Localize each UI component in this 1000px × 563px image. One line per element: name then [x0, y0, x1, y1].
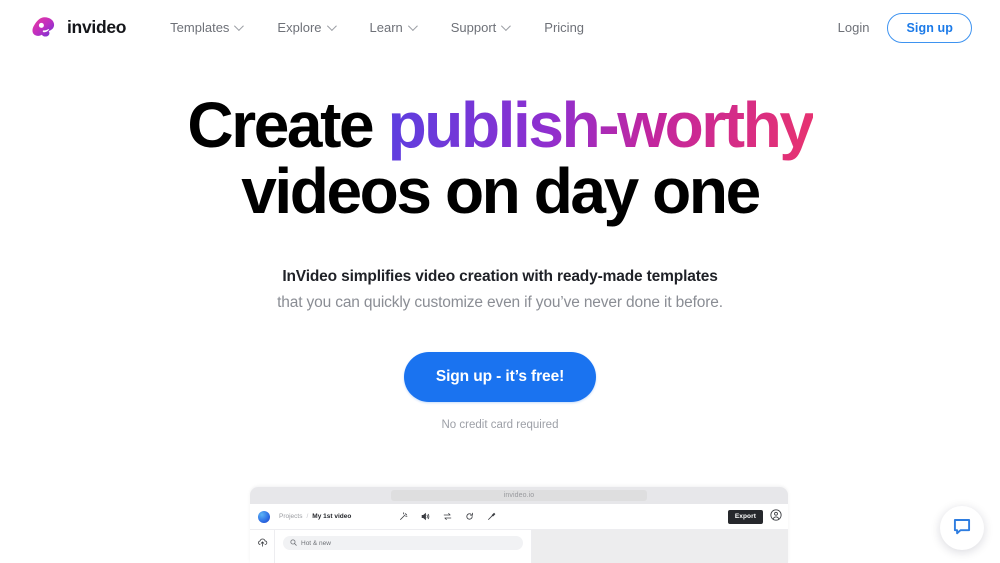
headline-line-2: videos on day one	[241, 155, 761, 227]
signup-button[interactable]: Sign up	[887, 12, 972, 43]
mockup-canvas-area	[532, 530, 788, 563]
page-title: Create publish-worthy videos on day one	[0, 93, 1000, 223]
chevron-down-icon	[234, 21, 245, 32]
nav-item-label: Templates	[170, 20, 230, 35]
chat-bubble-icon	[952, 516, 972, 541]
nav-item-templates[interactable]: Templates	[152, 14, 259, 41]
breadcrumb: Projects / My 1st video	[279, 513, 351, 520]
login-link[interactable]: Login	[838, 20, 870, 35]
chevron-down-icon	[501, 21, 512, 32]
headline-gradient-text: publish-worthy	[387, 89, 815, 161]
nav-item-label: Pricing	[544, 20, 585, 35]
export-button[interactable]: Export	[727, 509, 763, 524]
chevron-down-icon	[326, 21, 337, 32]
breadcrumb-separator: /	[306, 513, 309, 520]
account-circle-icon[interactable]	[770, 508, 782, 526]
nav-item-label: Support	[450, 20, 497, 35]
undo-rotate-icon[interactable]	[465, 512, 474, 521]
mockup-tool-icons	[399, 512, 496, 521]
search-input-value: Hot & new	[301, 539, 331, 547]
nav-links: Templates Explore Learn Support Pricing	[152, 14, 602, 41]
top-navigation-bar: invideo Templates Explore Learn Support …	[0, 0, 1000, 55]
mockup-browser-chrome: invideo.io	[250, 487, 788, 504]
mockup-left-rail	[250, 530, 275, 563]
mockup-app-body: Hot & new	[250, 530, 788, 563]
cloud-upload-icon[interactable]	[257, 535, 268, 553]
headline-plain-text: Create	[187, 89, 388, 161]
invideo-blob-logo-icon	[30, 14, 58, 42]
mockup-url-bar: invideo.io	[391, 490, 647, 501]
breadcrumb-root[interactable]: Projects	[279, 513, 302, 520]
search-icon	[290, 538, 297, 548]
nav-item-label: Learn	[369, 20, 403, 35]
mockup-library-panel: Hot & new	[275, 530, 532, 563]
transition-swap-icon[interactable]	[443, 512, 452, 521]
volume-icon[interactable]	[421, 512, 430, 521]
chat-widget-button[interactable]	[940, 506, 984, 550]
nav-item-learn[interactable]: Learn	[352, 14, 433, 41]
app-orb-logo-icon[interactable]	[258, 510, 270, 523]
hero-subtitle-line-1: InVideo simplifies video creation with r…	[282, 268, 718, 285]
brush-wand-icon[interactable]	[487, 512, 496, 521]
brand-logo-link[interactable]: invideo	[30, 14, 126, 42]
no-credit-card-note: No credit card required	[441, 419, 559, 431]
search-input[interactable]: Hot & new	[283, 536, 523, 550]
app-preview-mockup: invideo.io Projects / My 1st video Expor…	[250, 487, 788, 563]
hero-subtitle-line-2: that you can quickly customize even if y…	[277, 294, 723, 311]
nav-item-explore[interactable]: Explore	[259, 14, 351, 41]
nav-item-label: Explore	[277, 20, 322, 35]
nav-item-pricing[interactable]: Pricing	[526, 14, 602, 41]
hero-section: Create publish-worthy videos on day one …	[0, 55, 1000, 431]
magic-wand-icon[interactable]	[399, 512, 408, 521]
nav-item-support[interactable]: Support	[433, 14, 527, 41]
mockup-toolbar-actions: Export	[727, 508, 782, 526]
headline-line-1: Create publish-worthy	[187, 89, 815, 161]
chevron-down-icon	[407, 21, 418, 32]
breadcrumb-current[interactable]: My 1st video	[312, 513, 351, 520]
signup-free-button[interactable]: Sign up - it’s free!	[403, 352, 597, 402]
hero-cta-group: Sign up - it’s free! No credit card requ…	[0, 352, 1000, 431]
nav-actions: Login Sign up	[838, 12, 972, 43]
brand-name: invideo	[67, 17, 127, 37]
hero-subtitle: InVideo simplifies video creation with r…	[0, 265, 1000, 314]
mockup-app-toolbar: Projects / My 1st video Export	[250, 504, 788, 530]
